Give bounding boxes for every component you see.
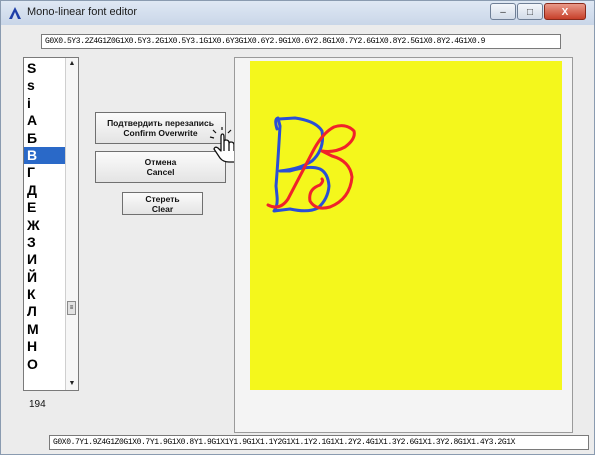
char-list-item[interactable]: Б	[24, 130, 66, 147]
minimize-button[interactable]: –	[490, 3, 516, 20]
glyph-count: 194	[29, 399, 46, 410]
char-list-item[interactable]: Л	[24, 303, 66, 320]
character-items: SsiАБВГДЕЖЗИЙКЛМНО	[24, 58, 66, 373]
char-list-item[interactable]: В	[24, 146, 66, 165]
maximize-button[interactable]: □	[517, 3, 543, 20]
clear-button[interactable]: Стереть Clear	[122, 192, 203, 215]
char-list-item[interactable]: М	[24, 321, 66, 338]
list-scrollbar[interactable]: ▲ ≡ ▼	[65, 58, 78, 390]
character-list[interactable]: SsiАБВГДЕЖЗИЙКЛМНО ▲ ≡ ▼	[23, 57, 79, 391]
close-button[interactable]: X	[544, 3, 586, 20]
char-list-item[interactable]: Н	[24, 338, 66, 355]
char-list-item[interactable]: З	[24, 234, 66, 251]
gcode-top-field[interactable]: G0X0.5Y3.2Z4G1Z0G1X0.5Y3.2G1X0.5Y3.1G1X0…	[41, 34, 561, 49]
char-list-item[interactable]: К	[24, 286, 66, 303]
char-list-item[interactable]: А	[24, 112, 66, 129]
char-list-item[interactable]: О	[24, 356, 66, 373]
char-list-item[interactable]: Ж	[24, 217, 66, 234]
blue-stroke	[272, 116, 331, 213]
title-bar[interactable]: Mono-linear font editor – □ X	[1, 1, 594, 25]
clear-label-ru: Стереть	[145, 193, 180, 204]
drawing-frame	[234, 57, 573, 433]
char-list-item[interactable]: S	[24, 60, 66, 77]
glyph-strokes	[266, 116, 356, 213]
char-list-item[interactable]: Г	[24, 164, 66, 181]
char-list-item[interactable]: Д	[24, 182, 66, 199]
app-icon	[9, 7, 21, 19]
scroll-thumb[interactable]: ≡	[67, 301, 76, 315]
window-controls: – □ X	[490, 3, 586, 20]
drawing-canvas[interactable]	[250, 61, 562, 390]
char-list-item[interactable]: i	[24, 95, 66, 112]
scroll-down-icon[interactable]: ▼	[66, 378, 78, 390]
char-list-item[interactable]: Й	[24, 269, 66, 286]
char-list-item[interactable]: И	[24, 251, 66, 268]
char-list-item[interactable]: Е	[24, 199, 66, 216]
cancel-label-en: Cancel	[146, 167, 175, 177]
scroll-up-icon[interactable]: ▲	[66, 58, 78, 70]
clear-label-en: Clear	[151, 203, 174, 214]
char-list-item[interactable]: s	[24, 77, 66, 94]
font-editor-window: Mono-linear font editor – □ X G0X0.5Y3.2…	[0, 0, 595, 455]
window-title: Mono-linear font editor	[27, 6, 138, 18]
gcode-bottom-field[interactable]: G0X0.7Y1.9Z4G1Z0G1X0.7Y1.9G1X0.8Y1.9G1X1…	[49, 435, 589, 450]
